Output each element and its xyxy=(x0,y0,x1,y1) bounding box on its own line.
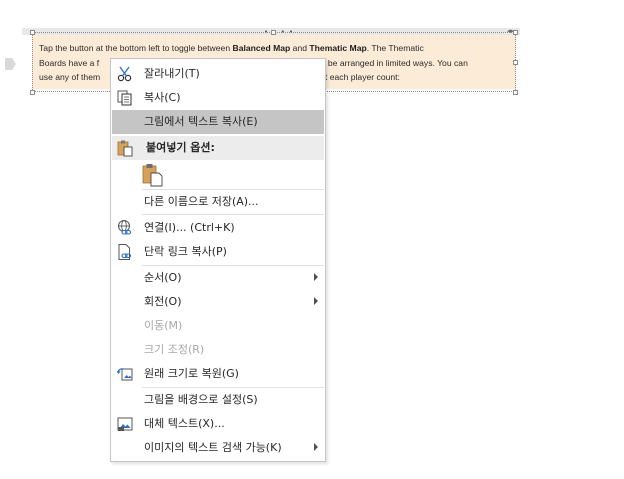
menu-item-alt-text-label: 대체 텍스트(X)... xyxy=(144,417,225,430)
menu-item-save-label: 다른 이름으로 저장(A)... xyxy=(144,195,259,208)
picture-text-line-1: Tap the button at the bottom left to tog… xyxy=(39,43,424,53)
globe-link-icon xyxy=(118,220,132,235)
paste-picture-icon xyxy=(142,164,163,187)
anchor-marker xyxy=(5,58,16,70)
paste-options-label: 붙여넣기 옵션: xyxy=(146,141,215,154)
menu-item-set-as-background[interactable]: 그림을 배경으로 설정(S) xyxy=(112,388,324,412)
menu-separator xyxy=(142,214,324,215)
menu-item-rotate-label: 회전(O) xyxy=(144,295,182,308)
menu-item-link-label: 연결(I)... (Ctrl+K) xyxy=(144,221,235,234)
copy-icon xyxy=(117,90,132,106)
menu-item-save-as-picture[interactable]: 다른 이름으로 저장(A)... xyxy=(112,190,324,214)
paste-options-header: 붙여넣기 옵션: xyxy=(112,136,324,160)
menu-item-copy-text-from-picture[interactable]: 그림에서 텍스트 복사(E) xyxy=(112,110,324,134)
menu-item-copy[interactable]: 복사(C) xyxy=(112,86,324,110)
clipboard-icon xyxy=(117,140,133,157)
menu-item-copy-short-link[interactable]: 단락 링크 복사(P) xyxy=(112,240,324,264)
scissors-icon xyxy=(117,66,132,82)
menu-item-short-link-label: 단락 링크 복사(P) xyxy=(144,245,227,258)
context-menu: 잘라내기(T) 복사(C) 그림에서 텍스트 복사(E) 붙여넣기 옵션: 다른… xyxy=(110,58,326,462)
resize-handle-top-right[interactable] xyxy=(513,30,518,35)
paste-keep-source-button[interactable] xyxy=(142,163,164,187)
menu-item-searchable-label: 이미지의 텍스트 검색 가능(K) xyxy=(144,441,282,454)
menu-item-resize: 크기 조정(R) xyxy=(112,338,324,362)
menu-item-alt-text[interactable]: 대체 텍스트(X)... xyxy=(112,412,324,436)
menu-item-move-label: 이동(M) xyxy=(144,319,183,332)
menu-item-searchable-text[interactable]: 이미지의 텍스트 검색 가능(K) xyxy=(112,436,324,460)
menu-item-resize-label: 크기 조정(R) xyxy=(144,343,205,356)
document-link-icon xyxy=(118,244,132,260)
alt-text-icon xyxy=(117,417,133,431)
menu-item-order-label: 순서(O) xyxy=(144,271,182,284)
menu-item-rotate[interactable]: 회전(O) xyxy=(112,290,324,314)
resize-handle-top-left[interactable] xyxy=(30,30,35,35)
submenu-arrow-icon xyxy=(314,297,318,305)
menu-item-order[interactable]: 순서(O) xyxy=(112,266,324,290)
menu-item-link[interactable]: 연결(I)... (Ctrl+K) xyxy=(112,216,324,240)
menu-item-copy-text-label: 그림에서 텍스트 복사(E) xyxy=(144,115,258,128)
menu-item-move: 이동(M) xyxy=(112,314,324,338)
submenu-arrow-icon xyxy=(314,273,318,281)
submenu-arrow-icon xyxy=(314,443,318,451)
resize-handle-bottom-right[interactable] xyxy=(513,90,518,95)
resize-handle-bottom-left[interactable] xyxy=(30,90,35,95)
menu-item-background-label: 그림을 배경으로 설정(S) xyxy=(144,393,258,406)
menu-item-copy-label: 복사(C) xyxy=(144,91,181,104)
menu-item-cut-label: 잘라내기(T) xyxy=(144,67,200,80)
menu-item-reset-label: 원래 크기로 복원(G) xyxy=(144,367,239,380)
menu-item-cut[interactable]: 잘라내기(T) xyxy=(112,62,324,86)
resize-handle-right[interactable] xyxy=(513,60,518,65)
resize-handle-top[interactable] xyxy=(271,30,276,35)
menu-item-reset-size[interactable]: 원래 크기로 복원(G) xyxy=(112,362,324,386)
reset-picture-icon xyxy=(117,368,133,381)
